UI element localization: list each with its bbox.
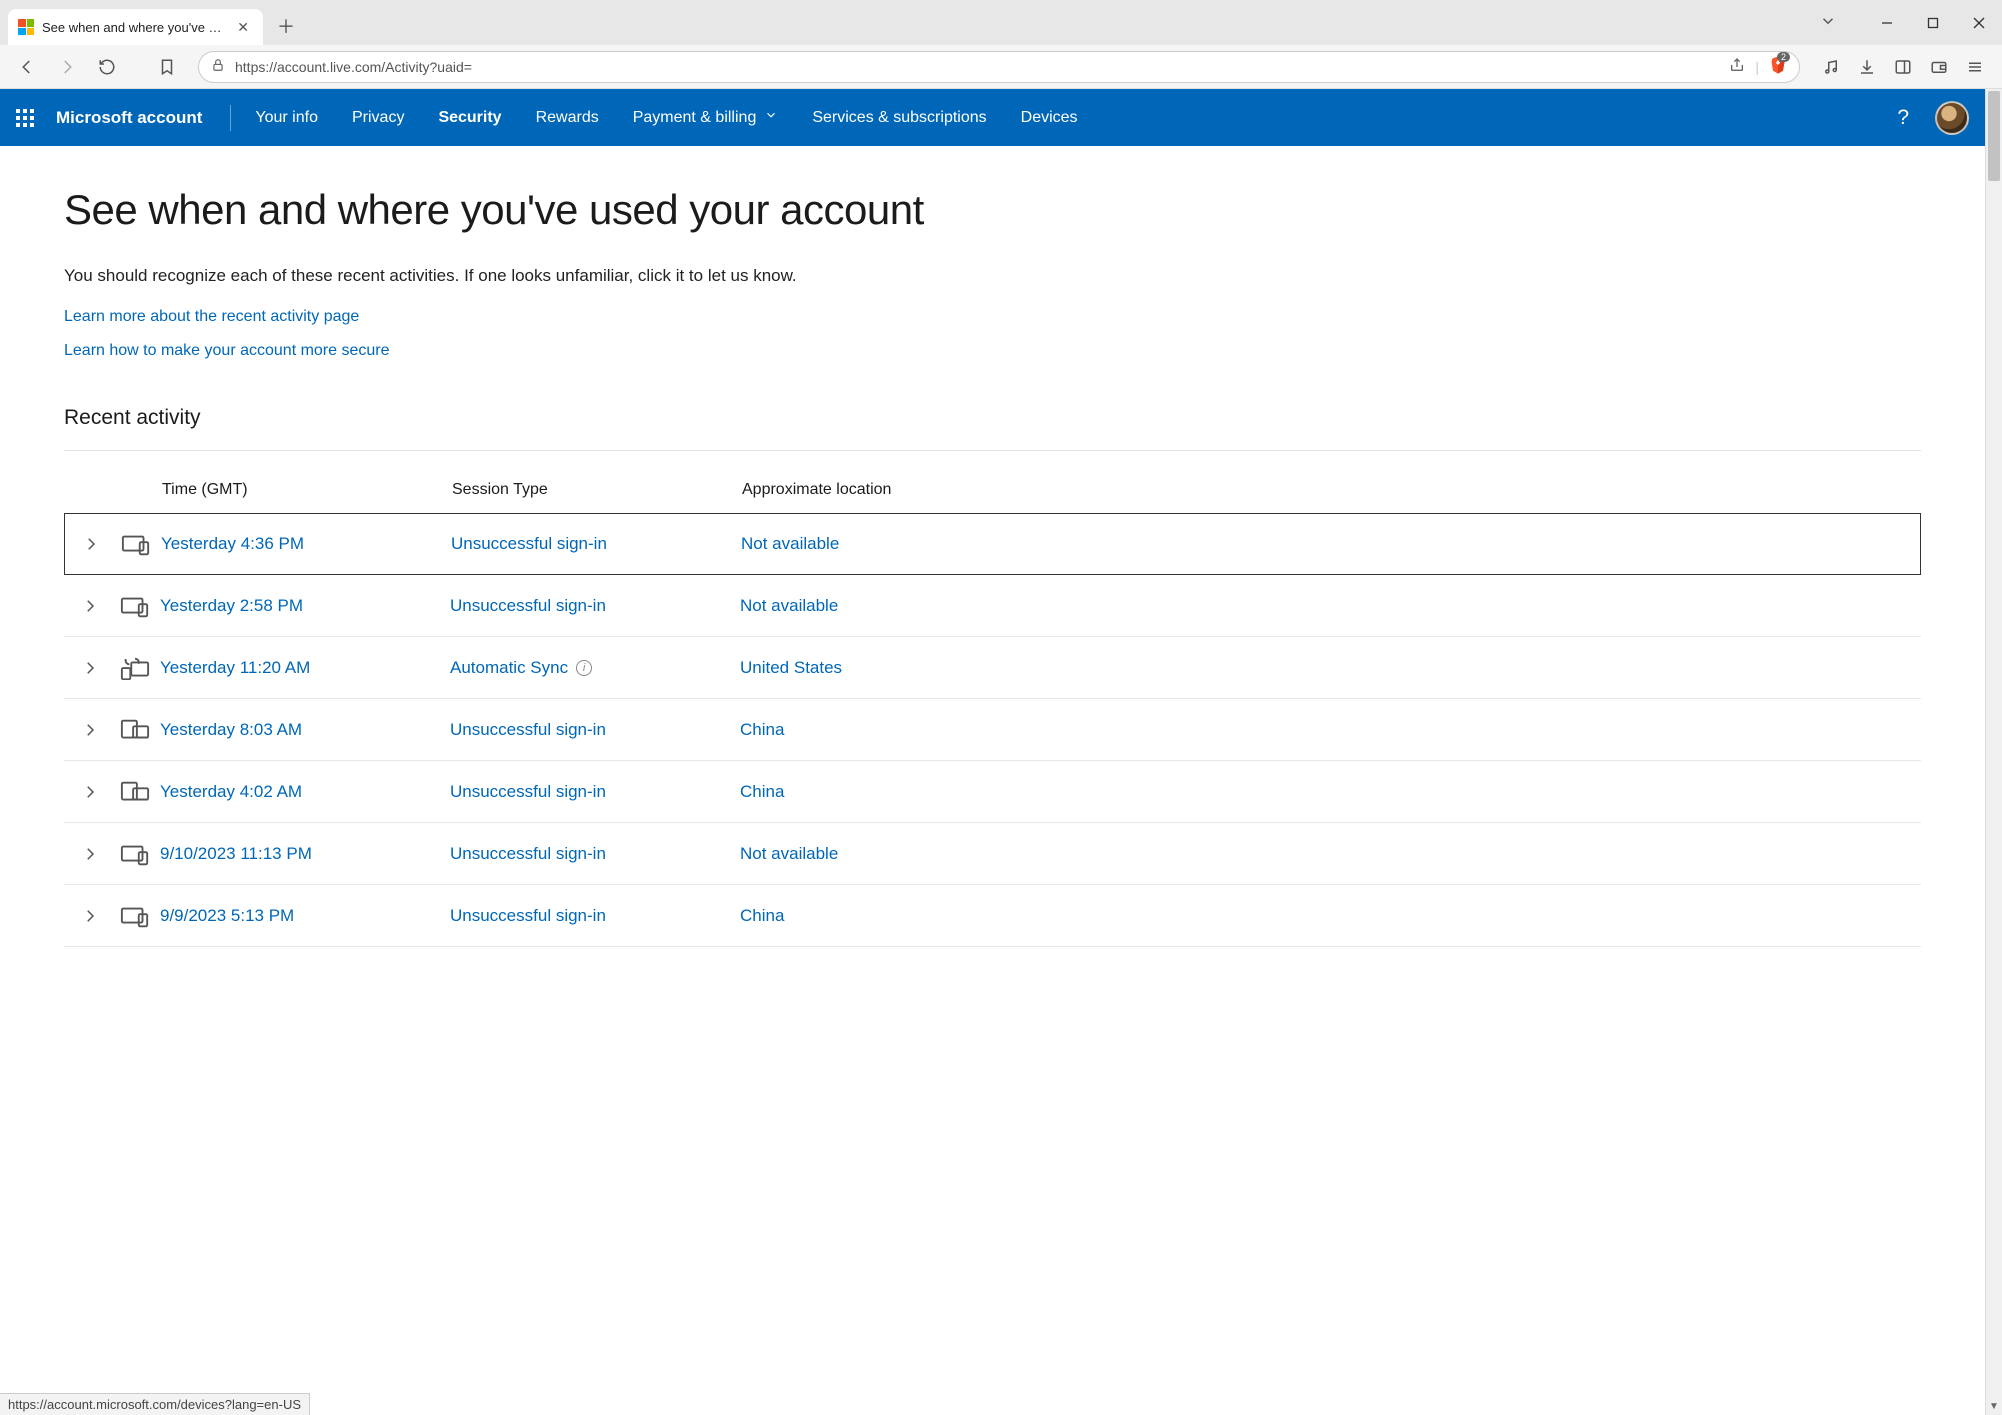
- row-location: Not available: [740, 596, 1921, 616]
- bookmark-button[interactable]: [150, 50, 184, 84]
- media-button[interactable]: [1814, 50, 1848, 84]
- row-time: 9/10/2023 11:13 PM: [160, 844, 450, 864]
- nav-item-security[interactable]: Security: [438, 108, 501, 127]
- tab-title: See when and where you've used: [42, 20, 225, 35]
- new-tab-button[interactable]: ＋: [271, 11, 301, 41]
- chevron-right-icon: [70, 783, 110, 801]
- row-session-type: Unsuccessful sign-in: [450, 844, 740, 864]
- reload-button[interactable]: [90, 50, 124, 84]
- back-button[interactable]: [10, 50, 44, 84]
- tab-close-button[interactable]: ✕: [233, 17, 253, 38]
- row-location: China: [740, 720, 1921, 740]
- row-time: Yesterday 4:36 PM: [161, 534, 451, 554]
- brave-badge: 2: [1777, 52, 1790, 62]
- browser-statusbar: https://account.microsoft.com/devices?la…: [0, 1393, 310, 1415]
- link-secure-account[interactable]: Learn how to make your account more secu…: [64, 342, 1921, 360]
- url-bar[interactable]: https://account.live.com/Activity?uaid= …: [198, 51, 1800, 83]
- section-title: Recent activity: [64, 406, 1921, 451]
- ms-account-nav: Microsoft account Your info Privacy Securi…: [0, 89, 1985, 146]
- nav-item-services-subscriptions[interactable]: Services & subscriptions: [812, 108, 986, 127]
- chevron-down-icon: [764, 108, 778, 127]
- chevron-right-icon: [70, 907, 110, 925]
- row-session-type: Unsuccessful sign-in: [450, 906, 740, 926]
- scroll-down-arrow[interactable]: ▼: [1986, 1398, 2002, 1415]
- downloads-button[interactable]: [1850, 50, 1884, 84]
- activity-row[interactable]: Yesterday 11:20 AMAutomatic Sync iUnited…: [64, 637, 1921, 699]
- vertical-scrollbar[interactable]: ▲ ▼: [1985, 89, 2002, 1415]
- info-icon[interactable]: i: [576, 660, 592, 676]
- menu-button[interactable]: [1958, 50, 1992, 84]
- window-maximize-button[interactable]: [1910, 0, 1956, 45]
- row-session-type: Unsuccessful sign-in: [451, 534, 741, 554]
- brave-shield-icon[interactable]: 2: [1769, 55, 1787, 78]
- row-time: Yesterday 11:20 AM: [160, 658, 450, 678]
- brand-title[interactable]: Microsoft account: [56, 108, 202, 128]
- activity-table-header: Time (GMT) Session Type Approximate loca…: [64, 473, 1921, 513]
- chevron-right-icon: [70, 659, 110, 677]
- activity-row[interactable]: Yesterday 4:36 PMUnsuccessful sign-inNot…: [64, 513, 1921, 575]
- chevron-right-icon: [71, 535, 111, 553]
- wallet-button[interactable]: [1922, 50, 1956, 84]
- user-avatar[interactable]: [1935, 101, 1969, 135]
- row-session-type: Unsuccessful sign-in: [450, 596, 740, 616]
- forward-button[interactable]: [50, 50, 84, 84]
- row-location: China: [740, 782, 1921, 802]
- chevron-right-icon: [70, 845, 110, 863]
- nav-item-payment-billing[interactable]: Payment & billing: [633, 108, 779, 127]
- row-location: United States: [740, 658, 1921, 678]
- row-time: Yesterday 2:58 PM: [160, 596, 450, 616]
- chevron-right-icon: [70, 597, 110, 615]
- share-icon[interactable]: [1729, 57, 1745, 76]
- device-icon: [110, 780, 160, 804]
- link-learn-activity[interactable]: Learn more about the recent activity pag…: [64, 308, 1921, 326]
- url-text: https://account.live.com/Activity?uaid=: [235, 59, 1719, 75]
- row-location: Not available: [740, 844, 1921, 864]
- help-icon[interactable]: ?: [1897, 106, 1909, 130]
- app-launcher-icon[interactable]: [16, 109, 34, 127]
- row-time: Yesterday 8:03 AM: [160, 720, 450, 740]
- sidebar-button[interactable]: [1886, 50, 1920, 84]
- row-session-type: Unsuccessful sign-in: [450, 782, 740, 802]
- activity-row[interactable]: 9/10/2023 11:13 PMUnsuccessful sign-inNo…: [64, 823, 1921, 885]
- activity-row[interactable]: Yesterday 4:02 AMUnsuccessful sign-inChi…: [64, 761, 1921, 823]
- browser-toolbar: https://account.live.com/Activity?uaid= …: [0, 45, 2002, 89]
- device-icon: [110, 594, 160, 618]
- device-icon: [110, 718, 160, 742]
- device-icon: [110, 842, 160, 866]
- chevron-right-icon: [70, 721, 110, 739]
- activity-row[interactable]: Yesterday 2:58 PMUnsuccessful sign-inNot…: [64, 575, 1921, 637]
- page-content: Microsoft account Your info Privacy Securi…: [0, 89, 1985, 1415]
- nav-item-rewards[interactable]: Rewards: [536, 108, 599, 127]
- nav-separator: [230, 105, 231, 131]
- nav-item-devices[interactable]: Devices: [1021, 108, 1078, 127]
- nav-item-privacy[interactable]: Privacy: [352, 108, 404, 127]
- activity-row[interactable]: 9/9/2023 5:13 PMUnsuccessful sign-inChin…: [64, 885, 1921, 947]
- header-location: Approximate location: [742, 481, 1921, 499]
- row-time: Yesterday 4:02 AM: [160, 782, 450, 802]
- favicon-microsoft: [18, 19, 34, 35]
- intro-text: You should recognize each of these recen…: [64, 266, 1921, 286]
- header-type: Session Type: [452, 481, 742, 499]
- row-session-type: Unsuccessful sign-in: [450, 720, 740, 740]
- device-icon: [110, 656, 160, 680]
- status-link-text: https://account.microsoft.com/devices?la…: [8, 1397, 301, 1412]
- page-title: See when and where you've used your acco…: [64, 186, 1921, 234]
- row-time: 9/9/2023 5:13 PM: [160, 906, 450, 926]
- tab-list-dropdown[interactable]: [1819, 12, 1837, 35]
- header-time: Time (GMT): [162, 481, 452, 499]
- browser-titlebar: See when and where you've used ✕ ＋: [0, 0, 2002, 45]
- nav-item-your-info[interactable]: Your info: [255, 108, 318, 127]
- row-location: Not available: [741, 534, 1920, 554]
- scroll-thumb[interactable]: [1988, 91, 2000, 181]
- device-icon: [110, 904, 160, 928]
- browser-tab[interactable]: See when and where you've used ✕: [8, 9, 263, 45]
- window-minimize-button[interactable]: [1864, 0, 1910, 45]
- device-icon: [111, 532, 161, 556]
- row-location: China: [740, 906, 1921, 926]
- row-session-type: Automatic Sync i: [450, 658, 740, 678]
- window-close-button[interactable]: [1956, 0, 2002, 45]
- activity-row[interactable]: Yesterday 8:03 AMUnsuccessful sign-inChi…: [64, 699, 1921, 761]
- lock-icon: [211, 58, 225, 75]
